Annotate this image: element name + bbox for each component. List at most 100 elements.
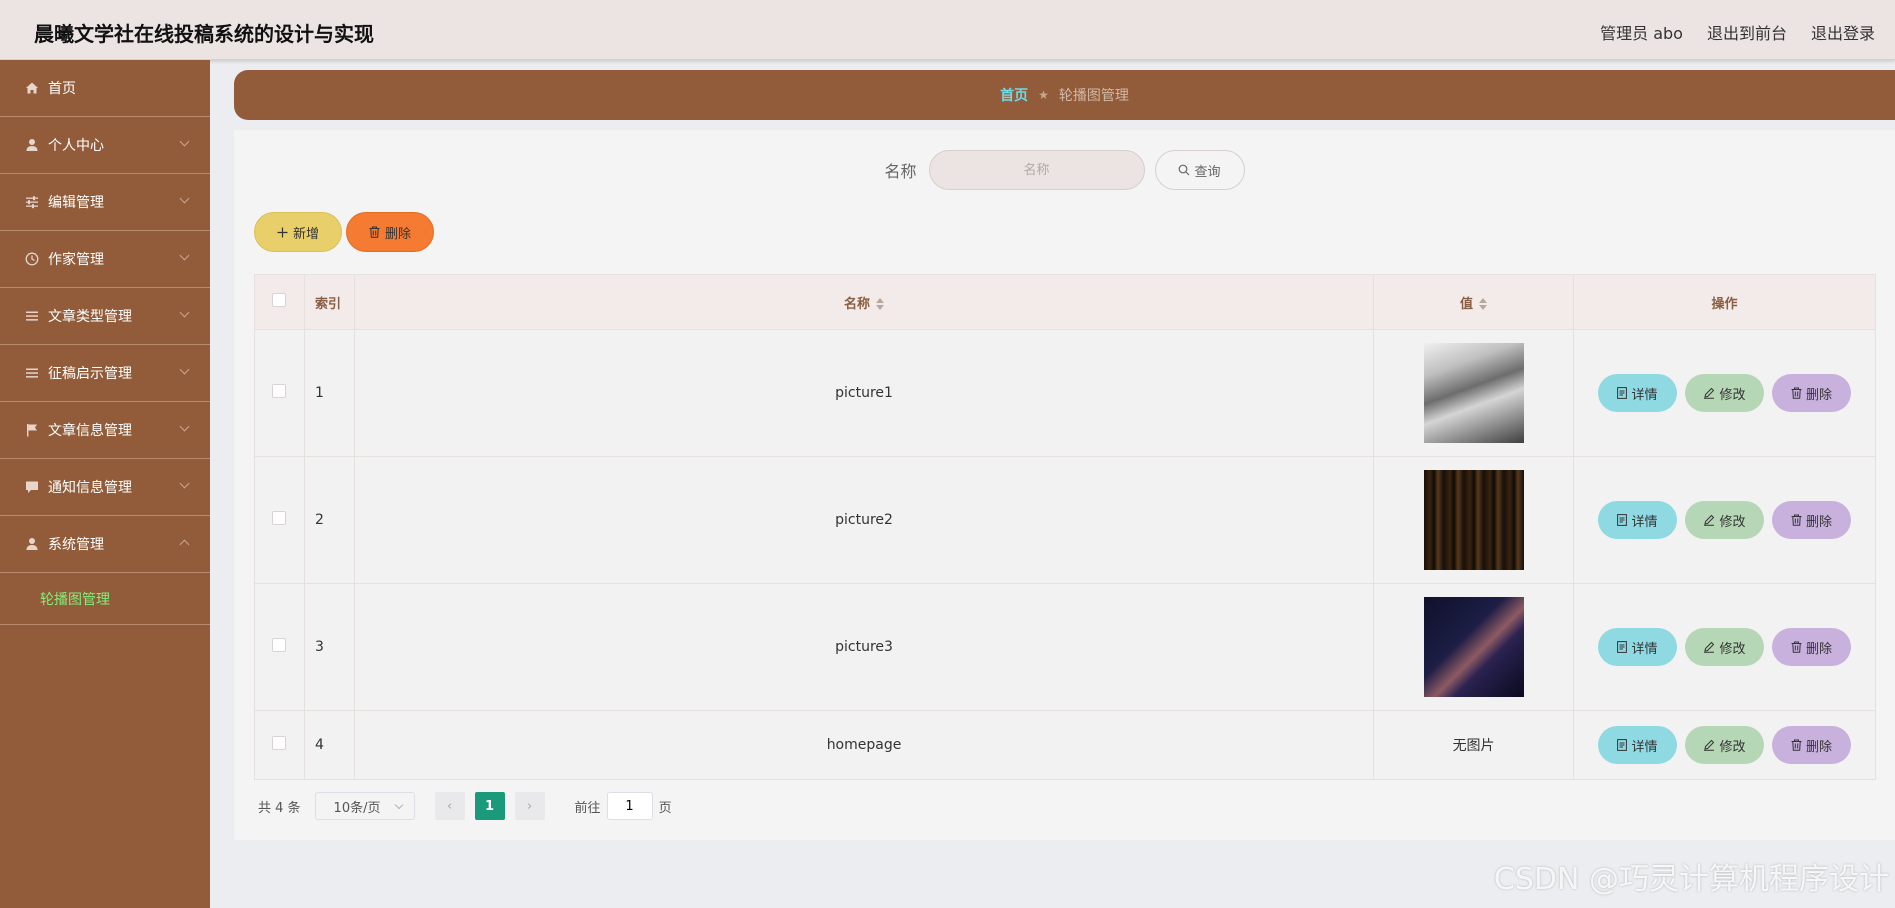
chevron-left-icon: ‹ bbox=[446, 798, 453, 814]
goto-suffix: 页 bbox=[658, 800, 672, 816]
delete-button[interactable]: 删除 bbox=[1772, 501, 1851, 539]
row-value bbox=[1373, 456, 1575, 584]
header-ops: 操作 bbox=[1573, 274, 1876, 330]
page-size-select[interactable]: 10条/页 bbox=[314, 792, 415, 820]
row-checkbox[interactable] bbox=[272, 511, 287, 525]
submenu-carousel: 轮播图管理 bbox=[0, 573, 210, 625]
plus-icon bbox=[277, 227, 288, 237]
row-value bbox=[1373, 329, 1575, 457]
clock-icon bbox=[24, 251, 40, 267]
pencil-icon bbox=[1704, 514, 1715, 526]
sidebar-item-label: 个人中心 bbox=[48, 138, 104, 154]
row-ops: 详情 修改 删除 bbox=[1573, 583, 1876, 711]
select-all-checkbox[interactable] bbox=[272, 293, 287, 307]
edit-button[interactable]: 修改 bbox=[1685, 374, 1764, 412]
carousel-table: 索引 名称 值 操作 1 picture1 详情 修改 删除 2 picture… bbox=[254, 274, 1876, 780]
pencil-icon bbox=[1704, 739, 1715, 751]
row-ops: 详情 修改 删除 bbox=[1573, 329, 1876, 457]
header-index-label: 索引 bbox=[314, 296, 341, 312]
sidebar-item-label: 通知信息管理 bbox=[48, 480, 132, 496]
delete-button[interactable]: 删除 bbox=[1772, 628, 1851, 666]
action-row: 新增 删除 bbox=[254, 212, 434, 252]
edit-label: 修改 bbox=[1719, 514, 1746, 530]
sidebar-item-article-info-mgmt[interactable]: 文章信息管理 bbox=[0, 402, 210, 459]
sort-icon[interactable] bbox=[1479, 298, 1488, 310]
header-value[interactable]: 值 bbox=[1373, 274, 1575, 330]
chevron-down-icon bbox=[179, 478, 190, 489]
pagination: 共 4 条 10条/页 ‹ 1 › 前往 页 bbox=[258, 792, 672, 820]
page-number-current[interactable]: 1 bbox=[474, 792, 505, 820]
row-checkbox[interactable] bbox=[272, 384, 287, 398]
detail-label: 详情 bbox=[1631, 514, 1658, 530]
search-input[interactable] bbox=[928, 150, 1145, 190]
edit-label: 修改 bbox=[1719, 641, 1746, 657]
goto-page: 前往 页 bbox=[575, 792, 672, 820]
header-index: 索引 bbox=[304, 274, 355, 330]
row-select-cell bbox=[254, 329, 305, 457]
trash-icon bbox=[1791, 641, 1802, 653]
sidebar-item-personal-center[interactable]: 个人中心 bbox=[0, 117, 210, 174]
sidebar-item-label: 文章信息管理 bbox=[48, 423, 132, 439]
star-icon: ★ bbox=[1038, 88, 1049, 102]
breadcrumb-current: 轮播图管理 bbox=[1058, 88, 1129, 104]
exit-to-front-link[interactable]: 退出到前台 bbox=[1707, 20, 1787, 44]
row-name: picture3 bbox=[354, 583, 1375, 711]
sidebar-item-notice-info-mgmt[interactable]: 通知信息管理 bbox=[0, 459, 210, 516]
search-row: 名称 查询 bbox=[234, 150, 1895, 190]
row-select-cell bbox=[254, 710, 305, 780]
document-icon bbox=[1617, 387, 1628, 399]
header-name[interactable]: 名称 bbox=[354, 274, 1375, 330]
edit-label: 修改 bbox=[1719, 739, 1746, 755]
sort-icon[interactable] bbox=[876, 298, 885, 310]
add-button[interactable]: 新增 bbox=[254, 212, 342, 252]
detail-button[interactable]: 详情 bbox=[1598, 374, 1677, 412]
table-header-row: 索引 名称 值 操作 bbox=[254, 274, 1876, 330]
user-icon bbox=[24, 137, 40, 153]
add-button-label: 新增 bbox=[292, 226, 319, 242]
row-index: 1 bbox=[304, 329, 355, 457]
row-select-cell bbox=[254, 583, 305, 711]
batch-delete-button[interactable]: 删除 bbox=[346, 212, 434, 252]
sidebar-item-label: 作家管理 bbox=[48, 252, 104, 268]
sidebar-item-label: 编辑管理 bbox=[48, 195, 104, 211]
carousel-thumbnail bbox=[1423, 343, 1524, 443]
row-checkbox[interactable] bbox=[272, 736, 287, 750]
logout-link[interactable]: 退出登录 bbox=[1811, 20, 1875, 44]
edit-button[interactable]: 修改 bbox=[1685, 726, 1764, 764]
document-icon bbox=[1617, 514, 1628, 526]
sidebar-subitem-carousel-mgmt[interactable]: 轮播图管理 bbox=[40, 589, 110, 609]
message-icon bbox=[24, 479, 40, 495]
edit-button[interactable]: 修改 bbox=[1685, 628, 1764, 666]
next-page-button[interactable]: › bbox=[514, 792, 545, 820]
sidebar-item-article-type-mgmt[interactable]: 文章类型管理 bbox=[0, 288, 210, 345]
chevron-up-icon bbox=[179, 539, 190, 550]
table-row: 1 picture1 详情 修改 删除 bbox=[254, 329, 1876, 457]
detail-button[interactable]: 详情 bbox=[1598, 628, 1677, 666]
header-select-all[interactable] bbox=[254, 274, 305, 330]
row-name: picture2 bbox=[354, 456, 1375, 584]
row-checkbox[interactable] bbox=[272, 638, 287, 652]
detail-button[interactable]: 详情 bbox=[1598, 726, 1677, 764]
sidebar-item-label: 系统管理 bbox=[48, 537, 104, 553]
pencil-icon bbox=[1704, 641, 1715, 653]
delete-label: 删除 bbox=[1805, 739, 1832, 755]
detail-button[interactable]: 详情 bbox=[1598, 501, 1677, 539]
sidebar-item-editor-mgmt[interactable]: 编辑管理 bbox=[0, 174, 210, 231]
delete-button[interactable]: 删除 bbox=[1772, 374, 1851, 412]
prev-page-button[interactable]: ‹ bbox=[434, 792, 465, 820]
edit-button[interactable]: 修改 bbox=[1685, 501, 1764, 539]
sidebar-item-system-mgmt[interactable]: 系统管理 bbox=[0, 516, 210, 573]
breadcrumb-home-link[interactable]: 首页 bbox=[1000, 85, 1028, 105]
sidebar-item-author-mgmt[interactable]: 作家管理 bbox=[0, 231, 210, 288]
detail-label: 详情 bbox=[1631, 387, 1658, 403]
row-index: 2 bbox=[304, 456, 355, 584]
row-index: 3 bbox=[304, 583, 355, 711]
chevron-down-icon bbox=[179, 364, 190, 375]
goto-page-input[interactable] bbox=[606, 792, 653, 820]
chevron-down-icon bbox=[179, 136, 190, 147]
sidebar-item-home[interactable]: 首页 bbox=[0, 60, 210, 117]
query-button[interactable]: 查询 bbox=[1154, 150, 1245, 190]
query-button-label: 查询 bbox=[1194, 164, 1221, 180]
sidebar-item-call-for-papers-mgmt[interactable]: 征稿启示管理 bbox=[0, 345, 210, 402]
delete-button[interactable]: 删除 bbox=[1772, 726, 1851, 764]
